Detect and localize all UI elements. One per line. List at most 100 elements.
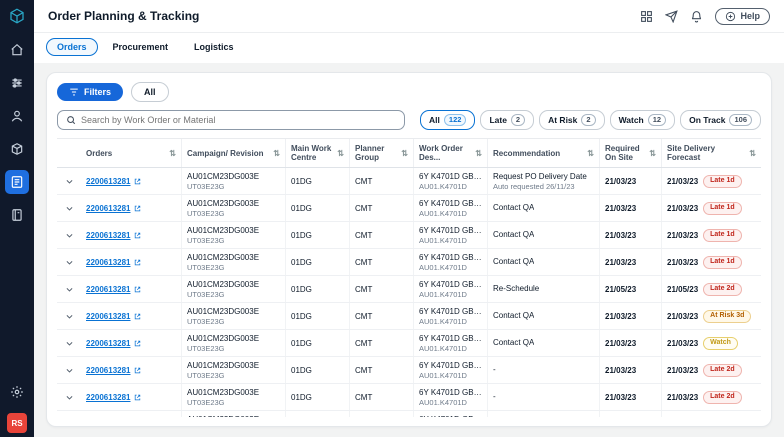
order-link[interactable]: 2200613281 [86, 312, 131, 322]
sort-icon[interactable]: ⇅ [475, 149, 482, 158]
planner-group-cell: CMT [349, 168, 413, 194]
sort-icon[interactable]: ⇅ [587, 149, 594, 158]
avatar[interactable]: RS [7, 413, 27, 433]
chip-on-track[interactable]: On Track106 [680, 110, 761, 130]
required-on-site-cell: 21/03/23 [599, 357, 661, 383]
campaign-cell: AU01CM23DG003EUT03E23G [181, 249, 285, 275]
sidebar-item-journal[interactable] [5, 203, 29, 227]
sidebar-item-home[interactable] [5, 38, 29, 62]
user-icon [10, 109, 24, 123]
tab-orders[interactable]: Orders [46, 38, 98, 56]
search-box[interactable] [57, 110, 405, 130]
sidebar-item-settings[interactable] [5, 380, 29, 404]
expand-row-button[interactable] [57, 195, 81, 221]
filter-toolbar: Filters All [57, 82, 761, 102]
order-link[interactable]: 2200613281 [86, 366, 131, 376]
site-delivery-forecast-cell: 21/03/23 Late 2d [661, 384, 761, 410]
shortcuts-grid-icon[interactable] [640, 10, 653, 23]
sort-icon[interactable]: ⇅ [649, 149, 656, 158]
planner-group-cell: CMT [349, 195, 413, 221]
order-link[interactable]: 2200613281 [86, 231, 131, 241]
main-work-centre-cell: 01DG [285, 330, 349, 356]
chip-at-risk[interactable]: At Risk2 [539, 110, 604, 130]
tabs: Orders Procurement Logistics [34, 33, 784, 63]
expand-row-button[interactable] [57, 384, 81, 410]
work-order-desc-cell: 6Y K4701D GBO...AU01.K4701D [413, 195, 487, 221]
expand-row-button[interactable] [57, 330, 81, 356]
filters-button[interactable]: Filters [57, 83, 123, 101]
expand-row-button[interactable] [57, 249, 81, 275]
campaign-cell: AU01CM23DG003EUT03E23G [181, 222, 285, 248]
campaign-cell: AU01CM23DG003EUT03E23G [181, 303, 285, 329]
required-on-site-cell: 21/03/23 [599, 411, 661, 417]
sidebar-item-packages[interactable] [5, 137, 29, 161]
status-badge: Late 2d [703, 283, 742, 296]
site-delivery-forecast-cell: 21/03/23 Late 1d [661, 195, 761, 221]
table-row: 2200613281 AU01CM23DG003EUT03E23G 01DG C… [57, 249, 761, 276]
order-cell: 2200613281 [81, 195, 181, 221]
work-order-desc-cell: 6Y K4701D GBO...AU01.K4701D [413, 330, 487, 356]
page-title: Order Planning & Tracking [48, 9, 199, 23]
journal-icon [10, 208, 24, 222]
chevron-down-icon [65, 258, 74, 267]
chip-count: 122 [444, 114, 467, 126]
planner-group-cell: CMT [349, 411, 413, 417]
order-link[interactable]: 2200613281 [86, 339, 131, 349]
sort-icon[interactable]: ⇅ [169, 149, 176, 158]
expand-row-button[interactable] [57, 357, 81, 383]
status-badge: Watch [703, 337, 738, 350]
tab-logistics[interactable]: Logistics [183, 38, 245, 56]
main-work-centre-cell: 01DG [285, 249, 349, 275]
home-icon [10, 43, 24, 57]
expand-row-button[interactable] [57, 168, 81, 194]
main-work-centre-cell: 01DG [285, 303, 349, 329]
sidebar-item-settings-sliders[interactable] [5, 71, 29, 95]
table-row: 2200613281 AU01CM23DG003EUT03E23G 01DG C… [57, 357, 761, 384]
work-order-desc-cell: 6Y K4701D GBO...AU01.K4701D [413, 276, 487, 302]
notifications-bell-icon[interactable] [690, 10, 703, 23]
chevron-down-icon [65, 312, 74, 321]
all-filter-button[interactable]: All [131, 82, 169, 102]
planner-group-cell: CMT [349, 303, 413, 329]
site-delivery-forecast-cell: 21/03/23 Late 2d [661, 357, 761, 383]
header-site-delivery-forecast: Site Delivery Forecast⇅ [661, 139, 761, 167]
tab-procurement[interactable]: Procurement [102, 38, 180, 56]
order-link[interactable]: 2200613281 [86, 258, 131, 268]
main-work-centre-cell: 01DG [285, 222, 349, 248]
expand-row-button[interactable] [57, 303, 81, 329]
sort-icon[interactable]: ⇅ [337, 149, 344, 158]
header-main-work-centre: Main Work Centre⇅ [285, 139, 349, 167]
sort-icon[interactable]: ⇅ [401, 149, 408, 158]
sort-icon[interactable]: ⇅ [749, 149, 756, 158]
status-badge: At Risk 3d [703, 310, 751, 323]
main-area: Order Planning & Tracking Help Orders Pr… [34, 0, 784, 437]
external-link-icon [134, 340, 141, 347]
chevron-down-icon [65, 366, 74, 375]
order-link[interactable]: 2200613281 [86, 177, 131, 187]
status-badge: Late 2d [703, 391, 742, 404]
feedback-send-icon[interactable] [665, 10, 678, 23]
expand-row-button[interactable] [57, 276, 81, 302]
chip-watch[interactable]: Watch12 [610, 110, 676, 130]
campaign-cell: AU01CM23DG003EUT03E23G [181, 195, 285, 221]
search-icon [66, 115, 76, 125]
chip-late[interactable]: Late2 [480, 110, 534, 130]
sidebar-item-users[interactable] [5, 104, 29, 128]
campaign-cell: AU01CM23DG003EUT03E23G [181, 411, 285, 417]
sort-icon[interactable]: ⇅ [273, 149, 280, 158]
order-link[interactable]: 2200613281 [86, 285, 131, 295]
order-link[interactable]: 2200613281 [86, 393, 131, 403]
external-link-icon [134, 367, 141, 374]
site-delivery-forecast-cell: 21/03/23 Watch [661, 330, 761, 356]
header-expand [57, 139, 81, 167]
help-button[interactable]: Help [715, 8, 770, 25]
expand-row-button[interactable] [57, 222, 81, 248]
recommendation-cell: - [487, 357, 599, 383]
expand-row-button[interactable] [57, 411, 81, 417]
chip-all[interactable]: All122 [420, 110, 475, 130]
campaign-cell: AU01CM23DG003EUT03E23G [181, 384, 285, 410]
search-input[interactable] [81, 115, 396, 125]
recommendation-cell: - [487, 411, 599, 417]
order-link[interactable]: 2200613281 [86, 204, 131, 214]
sidebar-item-orders[interactable] [5, 170, 29, 194]
